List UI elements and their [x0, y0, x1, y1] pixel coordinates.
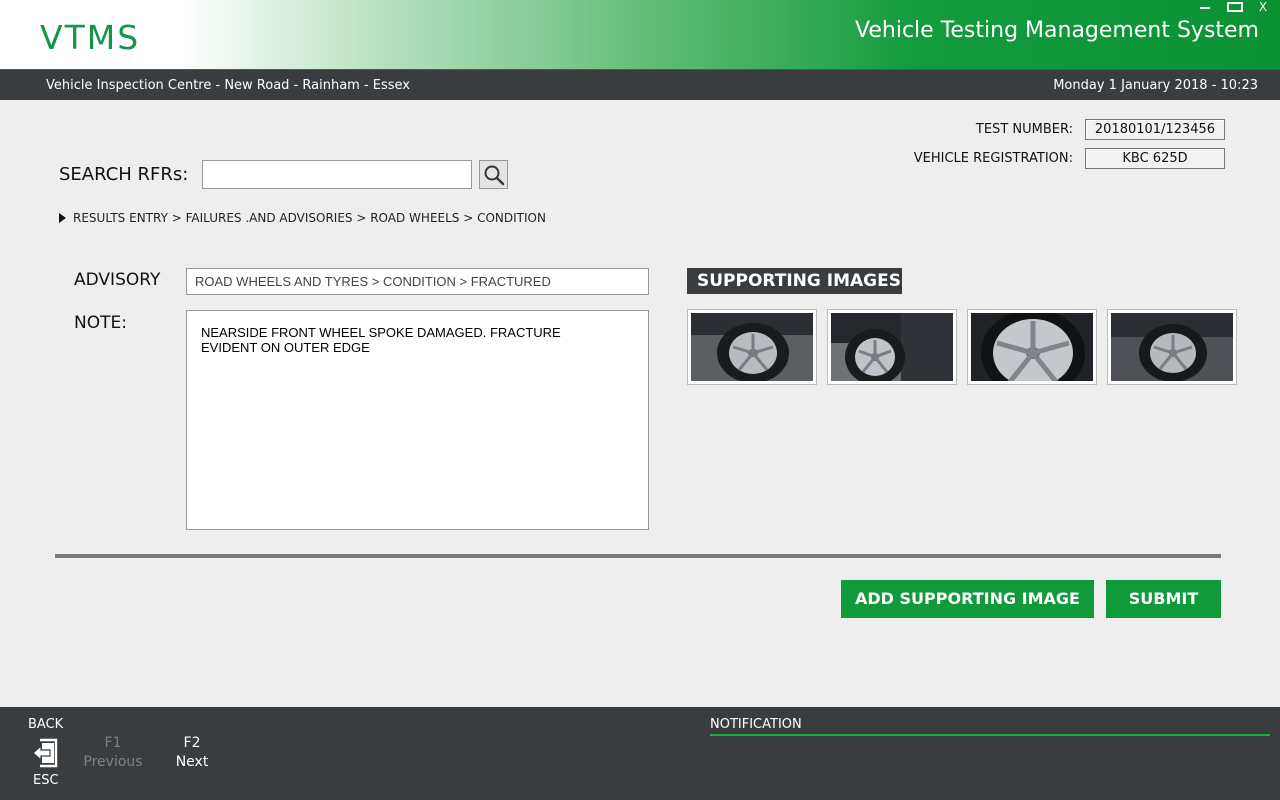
breadcrumb-arrow-icon: [59, 213, 66, 223]
supporting-image-thumbnail[interactable]: [967, 309, 1097, 385]
breadcrumb: RESULTS ENTRY > FAILURES .AND ADVISORIES…: [59, 211, 546, 225]
note-textarea[interactable]: [186, 310, 649, 530]
wheel-photo: [691, 313, 813, 381]
test-number-label: TEST NUMBER:: [975, 122, 1073, 137]
wheel-photo: [971, 313, 1093, 381]
search-icon: [484, 165, 505, 186]
previous-label: Previous: [83, 754, 143, 770]
vehicle-registration-label: VEHICLE REGISTRATION:: [913, 151, 1073, 166]
minimize-icon[interactable]: [1194, 0, 1216, 16]
previous-button[interactable]: F1 Previous: [80, 735, 146, 770]
next-label: Next: [175, 754, 209, 770]
search-input[interactable]: [202, 160, 472, 189]
supporting-image-thumbnail[interactable]: [1107, 309, 1237, 385]
back-button[interactable]: [30, 737, 60, 769]
search-label: SEARCH RFRs:: [59, 164, 189, 185]
footer-bar: BACK ESC F1 Previous F2 Next NOTIFICATIO…: [0, 707, 1280, 800]
search-button[interactable]: [479, 160, 508, 189]
test-number-field: 20180101/123456: [1085, 119, 1225, 140]
close-icon[interactable]: X: [1252, 0, 1274, 16]
esc-key-label: ESC: [33, 773, 59, 788]
app-header: VTMS Vehicle Testing Management System X: [0, 0, 1280, 69]
wheel-photo: [831, 313, 953, 381]
vehicle-registration-field: KBC 625D: [1085, 148, 1225, 169]
notification-underline: [710, 734, 1270, 736]
advisory-field[interactable]: ROAD WHEELS AND TYRES > CONDITION > FRAC…: [186, 268, 649, 295]
supporting-image-thumbnail[interactable]: [687, 309, 817, 385]
current-datetime: Monday 1 January 2018 - 10:23: [1053, 78, 1258, 93]
section-divider: [55, 554, 1221, 558]
breadcrumb-text: RESULTS ENTRY > FAILURES .AND ADVISORIES…: [73, 211, 546, 225]
app-title: Vehicle Testing Management System: [855, 18, 1259, 43]
back-label: BACK: [28, 717, 64, 732]
location-bar: Vehicle Inspection Centre - New Road - R…: [0, 69, 1280, 100]
f2-key-label: F2: [183, 735, 201, 751]
supporting-image-thumbnail[interactable]: [827, 309, 957, 385]
vtms-logo: VTMS: [40, 18, 141, 57]
add-supporting-image-button[interactable]: ADD SUPPORTING IMAGE: [841, 580, 1094, 618]
advisory-label: ADVISORY: [74, 270, 161, 290]
supporting-images-heading: SUPPORTING IMAGES: [687, 268, 902, 294]
submit-button[interactable]: SUBMIT: [1106, 580, 1221, 618]
centre-location: Vehicle Inspection Centre - New Road - R…: [46, 78, 410, 93]
next-button[interactable]: F2 Next: [168, 735, 216, 770]
notification-label: NOTIFICATION: [710, 717, 802, 732]
maximize-icon[interactable]: [1224, 0, 1246, 16]
wheel-photo: [1111, 313, 1233, 381]
note-label: NOTE:: [74, 313, 127, 333]
exit-arrow-icon: [32, 738, 58, 768]
f1-key-label: F1: [104, 735, 122, 751]
